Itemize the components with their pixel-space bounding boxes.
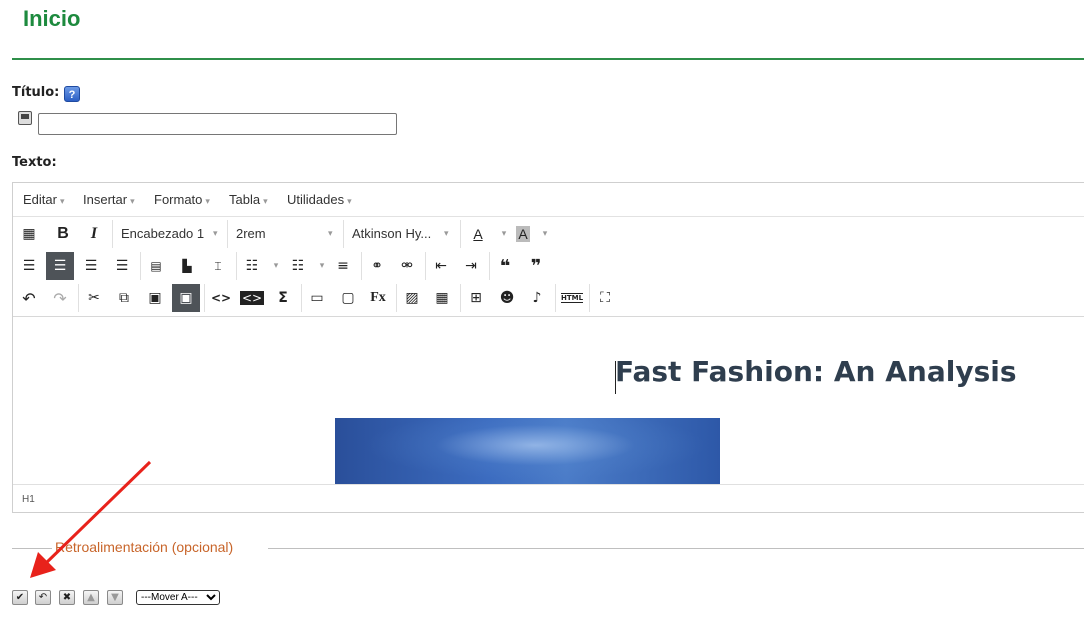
toolbar-separator — [489, 252, 490, 280]
save-check-icon[interactable]: ✔ — [12, 590, 28, 605]
fullscreen-icon[interactable]: ⛶ — [591, 284, 619, 312]
html-icon[interactable]: HTML — [558, 284, 586, 312]
toolbar-separator — [140, 252, 141, 280]
toolbar-separator — [361, 252, 362, 280]
toolbar-separator — [236, 252, 237, 280]
toolbar-separator — [112, 220, 113, 248]
rich-text-editor: Editar ▾ Insertar ▾ Formato ▾ Tabla ▾ Utilid… — [12, 182, 1084, 513]
toolbar-separator — [425, 252, 426, 280]
element-path[interactable]: H1 — [22, 494, 35, 505]
toolbar-row-2: ☰ ☰ ☰ ☰ ▤ ▙ ⌶ ☷ ▾ ☷ ▾ ≡ ⚭ ⚮ ⇤ ⇥ ❝ ❞ — [13, 250, 1084, 282]
fieldset-border — [12, 548, 52, 549]
keyboard-icon[interactable]: ▦ — [15, 220, 43, 248]
undo-icon[interactable]: ↶ — [15, 284, 43, 312]
image-icon[interactable]: ▨ — [398, 284, 426, 312]
blockquote-icon[interactable]: ❝ — [491, 252, 519, 280]
align-left-icon[interactable]: ☰ — [15, 252, 43, 280]
cut-icon[interactable]: ✂ — [80, 284, 108, 312]
paste-text-icon[interactable]: ▣ — [172, 284, 200, 312]
article-image[interactable] — [335, 418, 720, 484]
toolbar-separator — [301, 284, 302, 312]
toolbar-separator — [460, 220, 461, 248]
toolbar-separator — [460, 284, 461, 312]
toolbar-separator — [204, 284, 205, 312]
text-color-icon[interactable]: A — [464, 220, 492, 248]
font-size-dropdown[interactable]: 2rem ▾ — [236, 226, 336, 241]
toolbar-separator — [227, 220, 228, 248]
toolbar-separator — [589, 284, 590, 312]
toolbar-separator — [555, 284, 556, 312]
diagram-icon[interactable]: ⊞ — [462, 284, 490, 312]
unlink-icon[interactable]: ⚮ — [393, 252, 421, 280]
move-to-select[interactable]: ---Mover A--- — [136, 590, 220, 605]
chevron-down-icon: ▾ — [328, 228, 333, 238]
outdent-icon[interactable]: ⇤ — [427, 252, 455, 280]
chevron-down-icon[interactable]: ▾ — [531, 220, 559, 248]
code-icon[interactable]: <> — [207, 284, 235, 312]
font-family-dropdown[interactable]: Atkinson Hy... ▾ — [352, 226, 452, 241]
align-center-icon[interactable]: ☰ — [46, 252, 74, 280]
move-up-icon[interactable]: ▲ — [83, 590, 99, 605]
format-block-dropdown[interactable]: Encabezado 1 ▾ — [121, 226, 221, 241]
toolbar-row-1: ▦ B I Encabezado 1 ▾ 2rem ▾ Atkinson Hy...… — [13, 218, 1084, 250]
titulo-input[interactable] — [38, 113, 397, 135]
comment-icon[interactable]: ▭ — [303, 284, 331, 312]
source-code-icon[interactable]: <> — [238, 284, 266, 312]
title-divider — [12, 58, 1084, 60]
chevron-down-icon: ▾ — [347, 196, 352, 206]
template-icon[interactable]: ▤ — [142, 252, 170, 280]
format-painter-icon[interactable]: ⌶ — [204, 252, 232, 280]
toolbar-separator — [396, 284, 397, 312]
outline-icon[interactable]: ≡ — [329, 252, 357, 280]
editor-statusbar: H1 — [13, 484, 1084, 513]
titulo-label: Título: — [12, 85, 60, 100]
copy-icon[interactable]: ⧉ — [110, 284, 138, 312]
page-title: Inicio — [23, 6, 81, 31]
indent-icon[interactable]: ⇥ — [457, 252, 485, 280]
chevron-down-icon: ▾ — [130, 196, 135, 206]
link-icon[interactable]: ⚭ — [363, 252, 391, 280]
texto-label: Texto: — [12, 155, 57, 170]
align-justify-icon[interactable]: ☰ — [108, 252, 136, 280]
toolbar-row-3: ↶ ↷ ✂ ⧉ ▣ ▣ <> <> Σ ▭ ▢ Fx ▨ ▦ ⊞ ☻ ♪ HTM… — [13, 282, 1084, 314]
fieldset-border — [268, 548, 1084, 549]
speech-icon[interactable]: ☻ — [493, 284, 521, 312]
redo-icon[interactable]: ↷ — [46, 284, 74, 312]
toolbar-separator — [78, 284, 79, 312]
media-icon[interactable]: ▦ — [428, 284, 456, 312]
toolbar-separator — [343, 220, 344, 248]
chevron-down-icon: ▾ — [213, 228, 218, 238]
wrap-text-icon[interactable]: ▙ — [173, 252, 201, 280]
menu-utilidades[interactable]: Utilidades ▾ — [287, 192, 352, 207]
menu-editar[interactable]: Editar ▾ — [23, 192, 65, 207]
article-heading[interactable]: Fast Fashion: An Analysis — [615, 355, 1017, 388]
editor-content[interactable]: Fast Fashion: An Analysis — [13, 316, 1084, 484]
feedback-legend[interactable]: Retroalimentación (opcional) — [55, 539, 233, 555]
menu-insertar[interactable]: Insertar ▾ — [83, 192, 135, 207]
move-down-icon[interactable]: ▼ — [107, 590, 123, 605]
italic-icon[interactable]: I — [80, 220, 108, 248]
formula-icon[interactable]: Fx — [364, 284, 392, 312]
unquote-icon[interactable]: ❞ — [522, 252, 550, 280]
chevron-down-icon: ▾ — [205, 196, 210, 206]
bold-icon[interactable]: B — [49, 220, 77, 248]
undo-icon[interactable]: ↶ — [35, 590, 51, 605]
paste-icon[interactable]: ▣ — [141, 284, 169, 312]
fullpage-icon[interactable]: ▢ — [334, 284, 362, 312]
chevron-down-icon: ▾ — [444, 228, 449, 238]
editor-menubar: Editar ▾ Insertar ▾ Formato ▾ Tabla ▾ Utilid… — [13, 183, 1084, 217]
music-icon[interactable]: ♪ — [523, 284, 551, 312]
language-icon[interactable] — [18, 111, 32, 125]
help-icon[interactable]: ? — [64, 86, 80, 102]
menu-tabla[interactable]: Tabla ▾ — [229, 192, 268, 207]
align-right-icon[interactable]: ☰ — [77, 252, 105, 280]
chevron-down-icon: ▾ — [59, 196, 65, 206]
sigma-icon[interactable]: Σ — [269, 284, 297, 312]
delete-icon[interactable]: ✖ — [59, 590, 75, 605]
text-cursor — [615, 361, 616, 394]
chevron-down-icon: ▾ — [263, 196, 268, 206]
menu-formato[interactable]: Formato ▾ — [154, 192, 210, 207]
